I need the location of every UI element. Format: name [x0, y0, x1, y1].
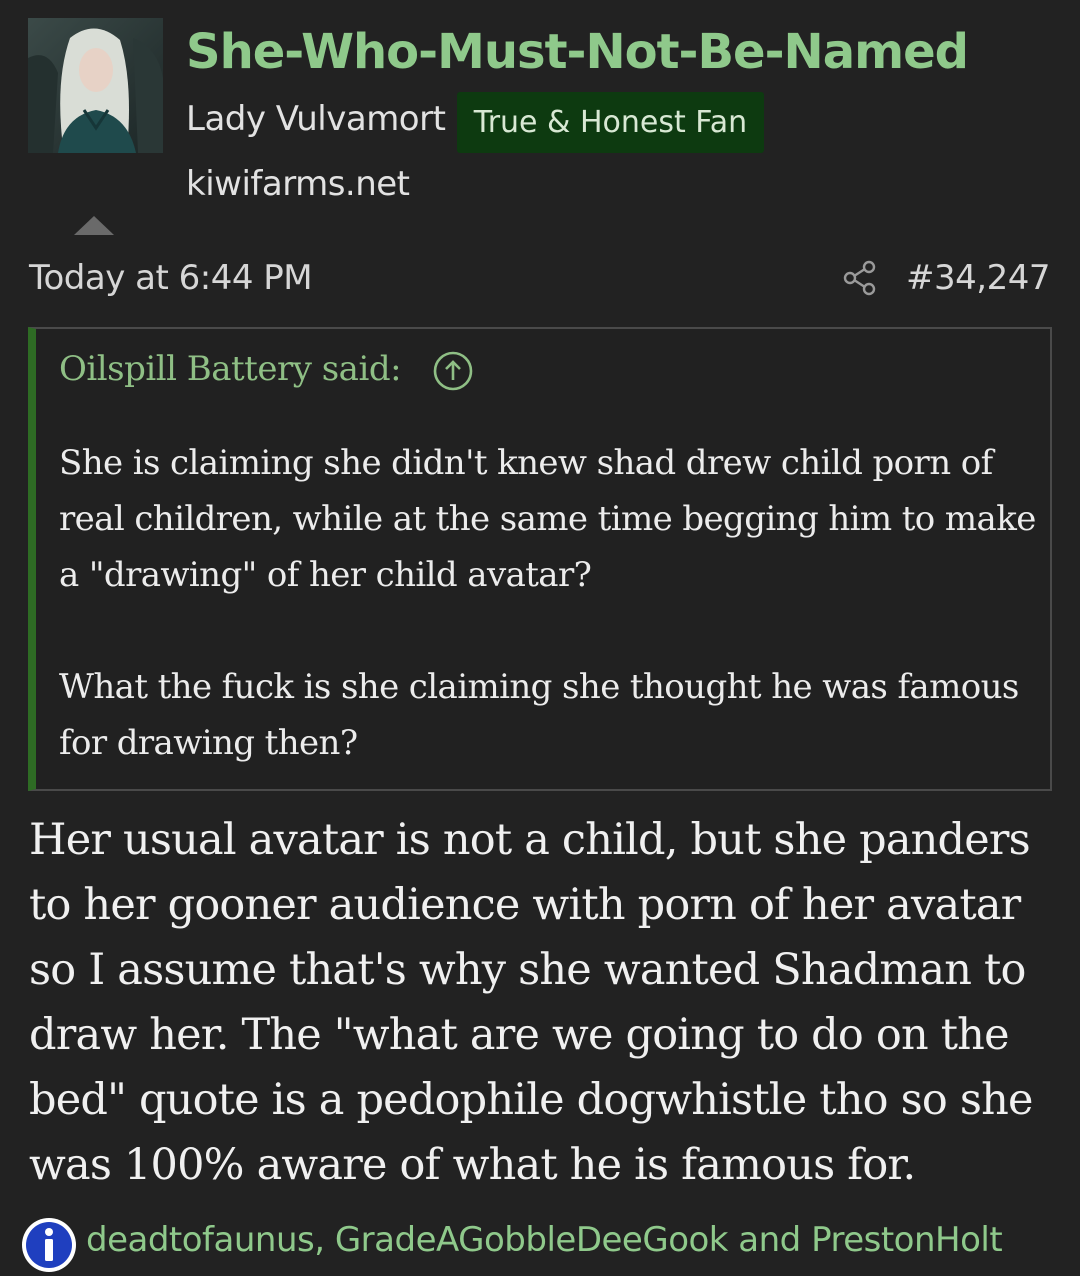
- collapse-caret-icon[interactable]: [74, 216, 114, 235]
- username[interactable]: She-Who-Must-Not-Be-Named: [186, 24, 969, 80]
- reaction-users[interactable]: deadtofaunus, GradeAGobbleDeeGook and Pr…: [86, 1220, 1003, 1260]
- user-banner: True & Honest Fan: [457, 92, 764, 153]
- share-icon[interactable]: [842, 259, 880, 297]
- quote-paragraph: What the fuck is she claiming she though…: [59, 667, 1019, 763]
- info-reaction-icon: [22, 1218, 76, 1272]
- quote-block: Oilspill Battery said: She is claiming s…: [28, 327, 1052, 791]
- quote-attribution[interactable]: Oilspill Battery said:: [59, 349, 402, 389]
- post-number-link[interactable]: #34,247: [906, 258, 1050, 298]
- avatar-image: [28, 18, 163, 153]
- post-date[interactable]: Today at 6:44 PM: [29, 258, 313, 298]
- quote-content: She is claiming she didn't knew shad dre…: [59, 435, 1039, 771]
- user-avatar[interactable]: [28, 18, 163, 153]
- post-body: Her usual avatar is not a child, but she…: [29, 815, 1033, 1190]
- jump-to-quote-icon[interactable]: [432, 350, 474, 392]
- quote-paragraph: She is claiming she didn't knew shad dre…: [59, 443, 1036, 595]
- user-title: Lady Vulvamort: [186, 99, 446, 139]
- user-site: kiwifarms.net: [186, 164, 410, 204]
